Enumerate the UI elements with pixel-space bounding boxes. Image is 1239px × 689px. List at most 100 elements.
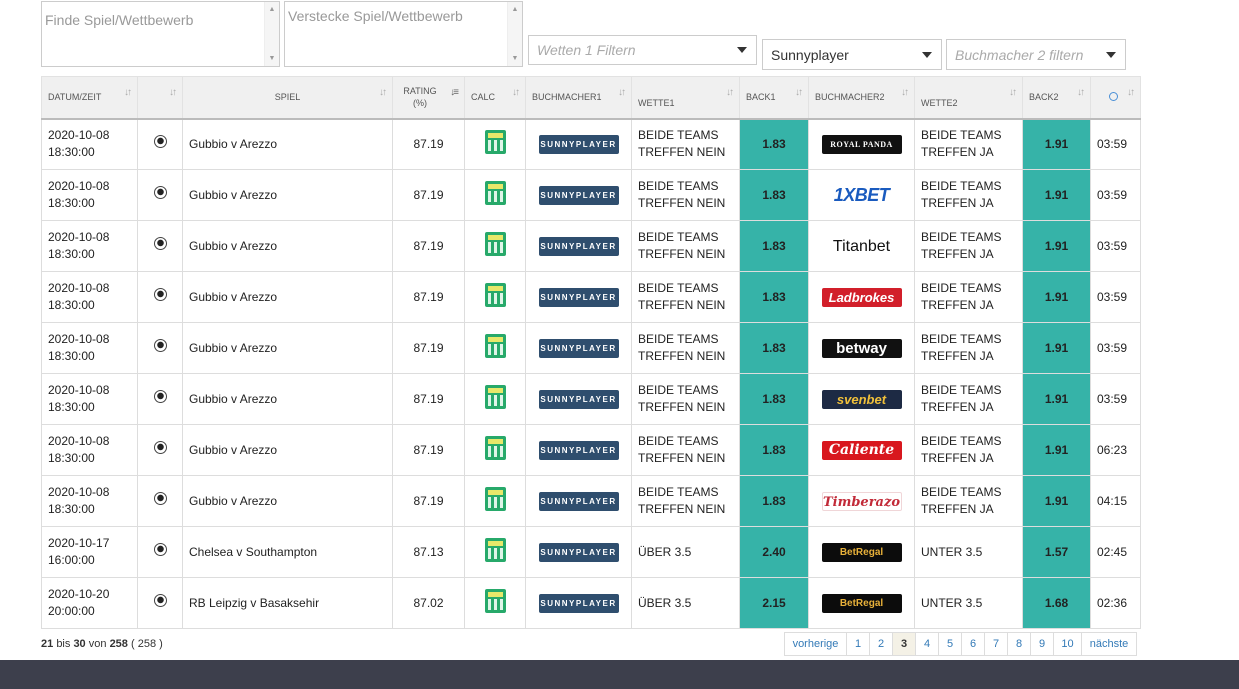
back1-odds[interactable]: 1.83 [739,322,809,374]
back1-odds[interactable]: 2.15 [739,577,809,629]
match-cell[interactable]: Gubbio v Arezzo [182,220,393,272]
col-header-back1[interactable]: BACK1 ↓↑ [739,76,809,120]
col-header-bookmaker1[interactable]: BUCHMACHER1 ↓↑ [525,76,632,120]
table-row[interactable]: 2020-10-08 18:30:00 Gubbio v Arezzo 87.19 SU… [41,373,1141,425]
bookmaker2-cell[interactable]: 1XBET [808,169,915,221]
bookmaker2-logo[interactable]: ROYAL PANDA [821,134,902,154]
bookmaker1-logo[interactable]: SUNNYPLAYER [538,440,619,460]
bookmaker1-select[interactable]: Sunnyplayer [762,39,942,70]
bookmaker2-logo[interactable]: Ladbrokes [821,287,902,307]
bookmaker1-cell[interactable]: SUNNYPLAYER [525,220,632,272]
bookmaker1-cell[interactable]: SUNNYPLAYER [525,424,632,476]
calculator-icon[interactable] [484,384,506,409]
calculator-icon[interactable] [484,333,506,358]
pagination-page[interactable]: 5 [938,632,962,656]
back1-odds[interactable]: 1.83 [739,475,809,527]
pagination-page[interactable]: 2 [869,632,893,656]
pagination-page[interactable]: 4 [915,632,939,656]
scrollbar[interactable]: ▲ ▼ [507,2,522,66]
back2-odds[interactable]: 1.91 [1022,424,1091,476]
bookmaker2-logo[interactable]: svenbet [821,389,902,409]
col-header-match[interactable]: SPIEL ↓↑ [182,76,393,120]
match-cell[interactable]: Gubbio v Arezzo [182,424,393,476]
back2-odds[interactable]: 1.91 [1022,220,1091,272]
bookmaker1-logo[interactable]: SUNNYPLAYER [538,185,619,205]
calculator-icon[interactable] [484,129,506,154]
bookmaker1-logo[interactable]: SUNNYPLAYER [538,542,619,562]
bookmaker1-cell[interactable]: SUNNYPLAYER [525,118,632,170]
pagination-page[interactable]: 10 [1053,632,1082,656]
bookmaker2-logo[interactable]: Timberazo [821,491,902,511]
bookmaker2-cell[interactable]: svenbet [808,373,915,425]
bookmaker2-logo[interactable]: Caliente [821,440,902,460]
col-header-bet1[interactable]: WETTE1 ↓↑ [631,76,740,120]
back2-odds[interactable]: 1.57 [1022,526,1091,578]
bookmaker1-cell[interactable]: SUNNYPLAYER [525,169,632,221]
col-header-sport[interactable]: ↓↑ [137,76,183,120]
back2-odds[interactable]: 1.91 [1022,118,1091,170]
bookmaker1-logo[interactable]: SUNNYPLAYER [538,287,619,307]
search-match-input[interactable] [42,2,279,66]
col-header-bookmaker2[interactable]: BUCHMACHER2 ↓↑ [808,76,915,120]
search-match-field[interactable]: ▲▼ [41,1,280,67]
hide-match-field[interactable]: ▲▼ [284,1,523,67]
table-row[interactable]: 2020-10-08 18:30:00 Gubbio v Arezzo 87.19 SU… [41,220,1141,272]
calculator-icon[interactable] [484,282,506,307]
bookmaker1-logo[interactable]: SUNNYPLAYER [538,236,619,256]
match-cell[interactable]: Gubbio v Arezzo [182,322,393,374]
calc-cell[interactable] [464,526,526,578]
back1-odds[interactable]: 1.83 [739,424,809,476]
hide-match-input[interactable] [285,2,522,66]
match-cell[interactable]: Gubbio v Arezzo [182,475,393,527]
calc-cell[interactable] [464,118,526,170]
table-row[interactable]: 2020-10-08 18:30:00 Gubbio v Arezzo 87.19 SU… [41,169,1141,221]
calculator-icon[interactable] [484,180,506,205]
back1-odds[interactable]: 1.83 [739,220,809,272]
pagination-page[interactable]: 8 [1007,632,1031,656]
pagination-page[interactable]: 1 [846,632,870,656]
bookmaker2-cell[interactable]: ROYAL PANDA [808,118,915,170]
pagination-page[interactable]: 7 [984,632,1008,656]
table-row[interactable]: 2020-10-08 18:30:00 Gubbio v Arezzo 87.19 SU… [41,271,1141,323]
match-cell[interactable]: Gubbio v Arezzo [182,271,393,323]
back2-odds[interactable]: 1.68 [1022,577,1091,629]
scrollbar[interactable]: ▲ ▼ [264,2,279,66]
table-row[interactable]: 2020-10-08 18:30:00 Gubbio v Arezzo 87.19 SU… [41,475,1141,527]
col-header-updated[interactable]: ↓↑ [1090,76,1141,120]
calc-cell[interactable] [464,577,526,629]
bookmaker2-cell[interactable]: Caliente [808,424,915,476]
pagination-page[interactable]: 3 [892,632,916,656]
bookmaker2-cell[interactable]: BetRegal [808,526,915,578]
table-row[interactable]: 2020-10-17 16:00:00 Chelsea v Southampton 8… [41,526,1141,578]
bookmaker2-cell[interactable]: Ladbrokes [808,271,915,323]
bookmaker1-cell[interactable]: SUNNYPLAYER [525,271,632,323]
col-header-calc[interactable]: CALC ↓↑ [464,76,526,120]
calculator-icon[interactable] [484,435,506,460]
calc-cell[interactable] [464,220,526,272]
calculator-icon[interactable] [484,486,506,511]
match-cell[interactable]: Gubbio v Arezzo [182,169,393,221]
bookmaker2-logo[interactable]: BetRegal [821,593,902,613]
back2-odds[interactable]: 1.91 [1022,475,1091,527]
bookmaker1-logo[interactable]: SUNNYPLAYER [538,134,619,154]
bookmaker1-logo[interactable]: SUNNYPLAYER [538,389,619,409]
col-header-bet2[interactable]: WETTE2 ↓↑ [914,76,1023,120]
bookmaker1-logo[interactable]: SUNNYPLAYER [538,593,619,613]
match-cell[interactable]: Gubbio v Arezzo [182,373,393,425]
bookmaker2-cell[interactable]: betway [808,322,915,374]
bookmaker2-cell[interactable]: Titanbet [808,220,915,272]
calculator-icon[interactable] [484,537,506,562]
back2-odds[interactable]: 1.91 [1022,271,1091,323]
table-row[interactable]: 2020-10-08 18:30:00 Gubbio v Arezzo 87.19 SU… [41,424,1141,476]
calc-cell[interactable] [464,169,526,221]
pagination-page[interactable]: 9 [1030,632,1054,656]
table-row[interactable]: 2020-10-08 18:30:00 Gubbio v Arezzo 87.19 SU… [41,322,1141,374]
back1-odds[interactable]: 1.83 [739,271,809,323]
bookmaker2-logo[interactable]: Titanbet [821,236,902,256]
pagination-prev[interactable]: vorherige [784,632,847,656]
match-cell[interactable]: Chelsea v Southampton [182,526,393,578]
bookmaker2-logo[interactable]: 1XBET [821,185,902,205]
table-row[interactable]: 2020-10-20 20:00:00 RB Leipzig v Basaksehi… [41,577,1141,629]
back1-odds[interactable]: 1.83 [739,169,809,221]
calc-cell[interactable] [464,271,526,323]
